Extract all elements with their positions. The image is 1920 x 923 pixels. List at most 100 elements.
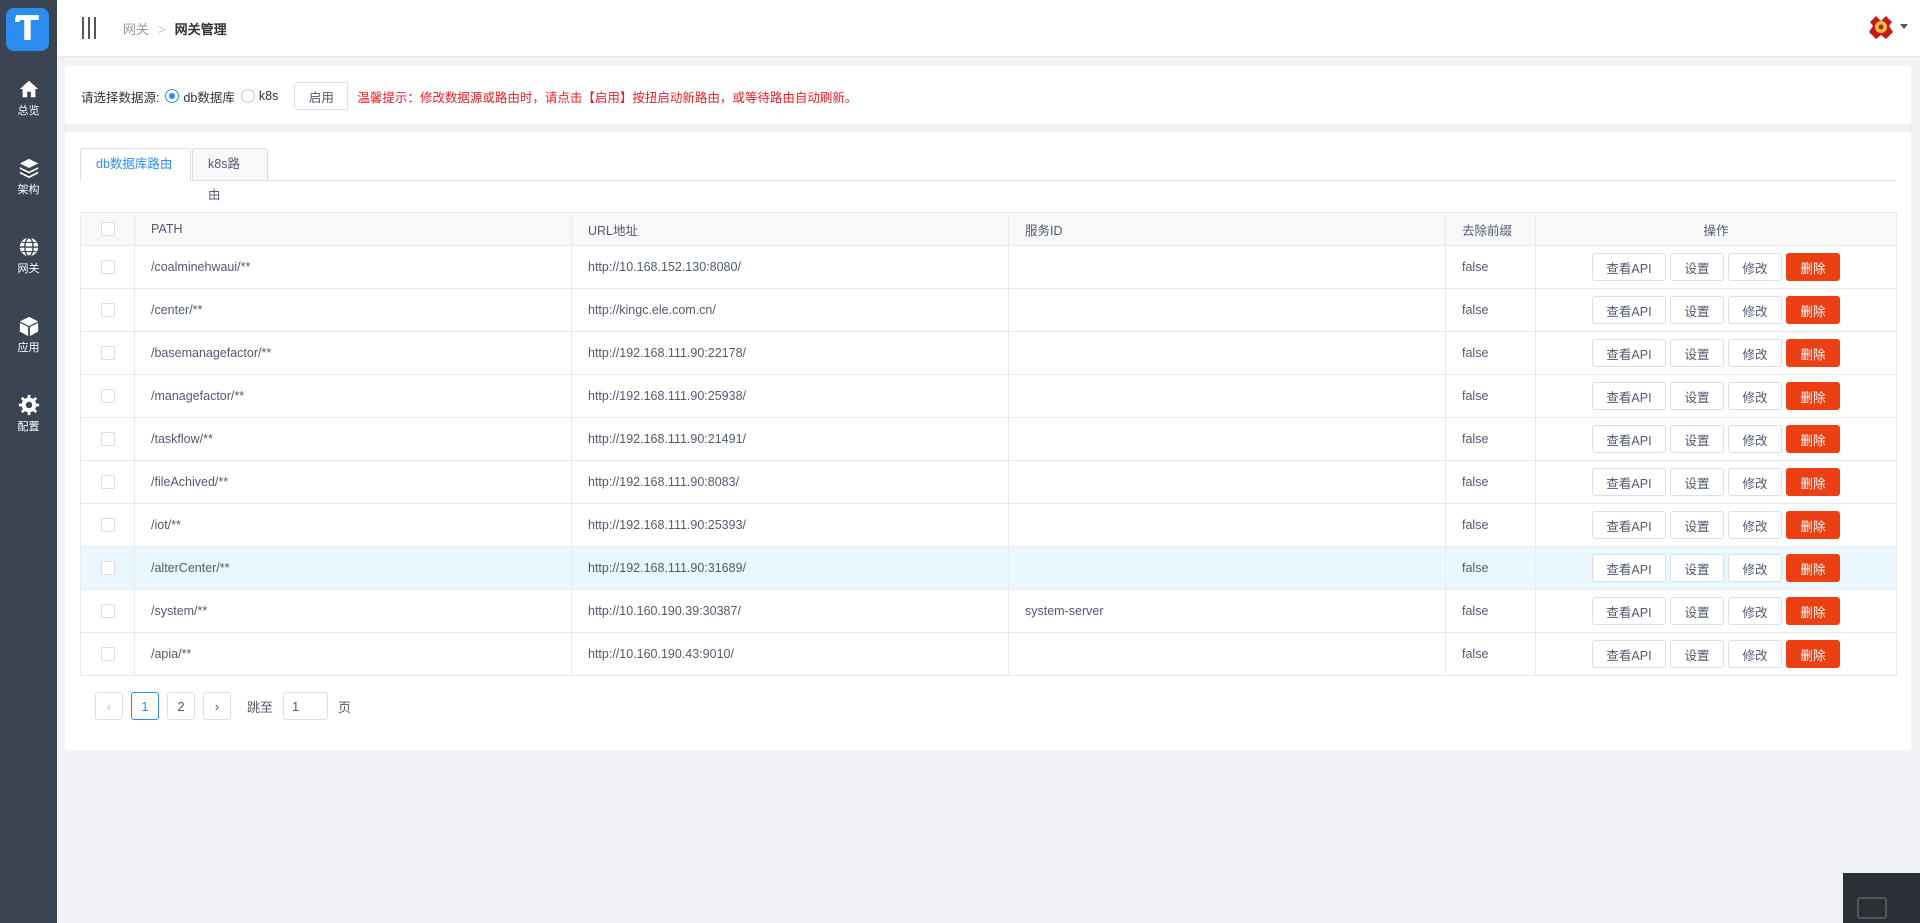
edit-button[interactable]: 修改 <box>1728 253 1782 281</box>
cell-service-id <box>1008 546 1446 590</box>
cell-actions: 查看API 设置 修改 删除 <box>1535 632 1897 676</box>
cell-path: /fileAchived/** <box>134 460 572 504</box>
column-header-service-id[interactable]: 服务ID <box>1008 212 1446 246</box>
settings-button[interactable]: 设置 <box>1670 296 1724 324</box>
settings-button[interactable]: 设置 <box>1670 253 1724 281</box>
row-checkbox[interactable] <box>100 647 115 662</box>
gear-icon <box>18 394 39 416</box>
view-api-button[interactable]: 查看API <box>1592 511 1666 539</box>
enable-button[interactable]: 启用 <box>294 82 349 110</box>
view-api-button[interactable]: 查看API <box>1592 554 1666 582</box>
cell-strip-prefix: false <box>1445 503 1536 547</box>
cell-path: /system/** <box>134 589 572 633</box>
view-api-button[interactable]: 查看API <box>1592 382 1666 410</box>
edit-button[interactable]: 修改 <box>1728 339 1782 367</box>
delete-button[interactable]: 删除 <box>1786 339 1840 367</box>
nav-item-overview[interactable]: 总览 <box>0 78 57 138</box>
row-checkbox[interactable] <box>100 346 115 361</box>
delete-button[interactable]: 删除 <box>1786 597 1840 625</box>
breadcrumb-item[interactable]: 网关 <box>123 22 149 37</box>
row-checkbox[interactable] <box>100 303 115 318</box>
view-api-button[interactable]: 查看API <box>1592 597 1666 625</box>
row-checkbox[interactable] <box>100 389 115 404</box>
settings-button[interactable]: 设置 <box>1670 597 1724 625</box>
column-header-url[interactable]: URL地址 <box>571 212 1009 246</box>
radio-db[interactable]: db数据库 <box>165 87 235 106</box>
cell-service-id <box>1008 245 1446 289</box>
app-logo[interactable]: T <box>6 8 49 51</box>
jump-page-input[interactable] <box>283 692 329 720</box>
nav-item-apps[interactable]: 应用 <box>0 315 57 375</box>
column-header-strip-prefix[interactable]: 去除前缀 <box>1445 212 1536 246</box>
table-row: /fileAchived/** http://192.168.111.90:808… <box>80 460 1897 504</box>
settings-button[interactable]: 设置 <box>1670 339 1724 367</box>
cell-strip-prefix: false <box>1445 245 1536 289</box>
row-checkbox[interactable] <box>100 518 115 533</box>
settings-button[interactable]: 设置 <box>1670 382 1724 410</box>
radio-k8s[interactable]: k8s <box>240 89 278 103</box>
view-api-button[interactable]: 查看API <box>1592 253 1666 281</box>
prev-page-button[interactable]: ‹ <box>95 692 123 720</box>
page-button-1[interactable]: 1 <box>131 692 159 720</box>
settings-button[interactable]: 设置 <box>1670 640 1724 668</box>
nav-item-architecture[interactable]: 架构 <box>0 157 57 217</box>
view-api-button[interactable]: 查看API <box>1592 425 1666 453</box>
user-avatar[interactable] <box>1866 12 1908 42</box>
routes-panel: db数据库路由 k8s路由 PATH URL地址 服务ID 去除前缀 操作 /c… <box>65 132 1911 750</box>
tab-db-routes[interactable]: db数据库路由 <box>80 148 191 182</box>
delete-button[interactable]: 删除 <box>1786 253 1840 281</box>
nav-item-gateway[interactable]: 网关 <box>0 236 57 296</box>
view-api-button[interactable]: 查看API <box>1592 468 1666 496</box>
cell-url: http://10.168.152.130:8080/ <box>571 245 1009 289</box>
row-checkbox[interactable] <box>100 432 115 447</box>
table-row: /coalminehwaui/** http://10.168.152.130:8… <box>80 245 1897 289</box>
settings-button[interactable]: 设置 <box>1670 511 1724 539</box>
view-api-button[interactable]: 查看API <box>1592 339 1666 367</box>
delete-button[interactable]: 删除 <box>1786 468 1840 496</box>
table-row: /alterCenter/** http://192.168.111.90:316… <box>80 546 1897 590</box>
cell-strip-prefix: false <box>1445 589 1536 633</box>
view-api-button[interactable]: 查看API <box>1592 640 1666 668</box>
delete-button[interactable]: 删除 <box>1786 511 1840 539</box>
nav-label: 网关 <box>17 263 40 275</box>
menu-toggle-icon[interactable] <box>82 17 100 39</box>
delete-button[interactable]: 删除 <box>1786 296 1840 324</box>
select-all-checkbox[interactable] <box>100 222 115 237</box>
floating-video-widget[interactable] <box>1843 873 1920 923</box>
edit-button[interactable]: 修改 <box>1728 554 1782 582</box>
page-button-2[interactable]: 2 <box>167 692 195 720</box>
cell-path: /center/** <box>134 288 572 332</box>
nav-item-config[interactable]: 配置 <box>0 394 57 454</box>
table-row: /basemanagefactor/** http://192.168.111.9… <box>80 331 1897 375</box>
settings-button[interactable]: 设置 <box>1670 468 1724 496</box>
cell-url: http://192.168.111.90:22178/ <box>571 331 1009 375</box>
row-checkbox[interactable] <box>100 475 115 490</box>
settings-button[interactable]: 设置 <box>1670 554 1724 582</box>
edit-button[interactable]: 修改 <box>1728 511 1782 539</box>
row-checkbox[interactable] <box>100 604 115 619</box>
next-page-button[interactable]: › <box>203 692 231 720</box>
edit-button[interactable]: 修改 <box>1728 468 1782 496</box>
delete-button[interactable]: 删除 <box>1786 554 1840 582</box>
nav-label: 应用 <box>17 342 40 354</box>
edit-button[interactable]: 修改 <box>1728 296 1782 324</box>
cell-actions: 查看API 设置 修改 删除 <box>1535 288 1897 332</box>
settings-button[interactable]: 设置 <box>1670 425 1724 453</box>
delete-button[interactable]: 删除 <box>1786 382 1840 410</box>
edit-button[interactable]: 修改 <box>1728 382 1782 410</box>
table-row: /apia/** http://10.160.190.43:9010/false 查… <box>80 632 1897 676</box>
row-checkbox[interactable] <box>100 260 115 275</box>
edit-button[interactable]: 修改 <box>1728 597 1782 625</box>
row-checkbox[interactable] <box>100 561 115 576</box>
column-header-path[interactable]: PATH <box>134 212 572 246</box>
tab-k8s-routes[interactable]: k8s路由 <box>192 148 268 202</box>
cell-service-id <box>1008 331 1446 375</box>
table-header-row: PATH URL地址 服务ID 去除前缀 操作 <box>80 212 1897 246</box>
delete-button[interactable]: 删除 <box>1786 640 1840 668</box>
edit-button[interactable]: 修改 <box>1728 640 1782 668</box>
delete-button[interactable]: 删除 <box>1786 425 1840 453</box>
edit-button[interactable]: 修改 <box>1728 425 1782 453</box>
view-api-button[interactable]: 查看API <box>1592 296 1666 324</box>
video-icon <box>1857 897 1887 919</box>
cell-path: /basemanagefactor/** <box>134 331 572 375</box>
